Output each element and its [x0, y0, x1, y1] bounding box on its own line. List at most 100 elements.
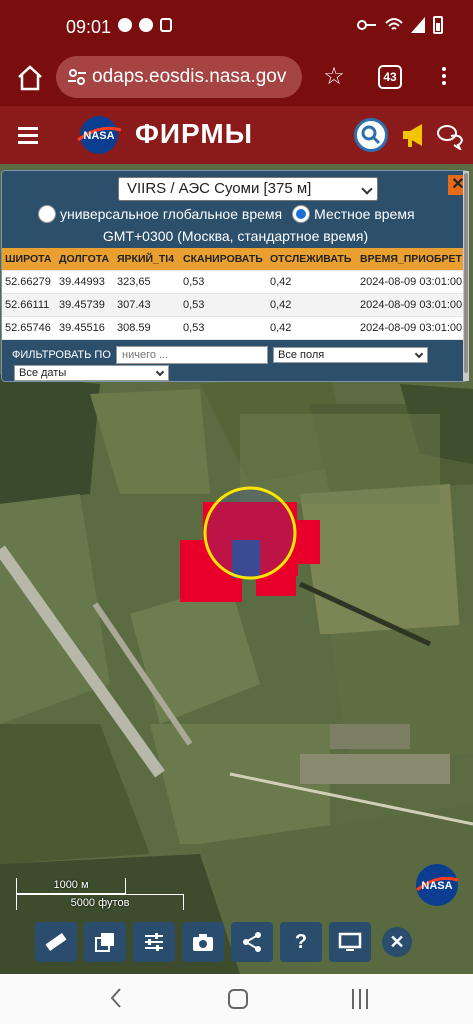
megaphone-icon[interactable] — [400, 120, 428, 150]
help-button[interactable]: ? — [280, 922, 322, 962]
settings-sliders-icon — [145, 933, 163, 951]
svg-text:NASA: NASA — [83, 130, 114, 142]
dates-select[interactable]: Все даты — [14, 365, 169, 381]
chevron-down-icon — [414, 349, 424, 359]
search-icon[interactable] — [354, 118, 388, 152]
svg-text:NASA: NASA — [421, 880, 452, 892]
tz-local-label: Местное время — [314, 206, 415, 222]
cell: 323,65 — [117, 276, 151, 288]
cell: 52.65746 — [5, 322, 51, 334]
table-row[interactable]: 52.65746 39.45516 308.59 0,53 0,42 2024-… — [2, 317, 466, 340]
app-header: NASA ФИРМЫ — [0, 106, 473, 164]
layers-button[interactable] — [84, 922, 126, 962]
fire-pixel[interactable] — [194, 574, 238, 602]
timezone-toggle: универсальное глобальное время Местное в… — [38, 205, 415, 223]
cell: 2024-08-09 03:01:00 — [360, 299, 463, 311]
radio-utc[interactable] — [38, 205, 56, 223]
key-icon — [357, 20, 376, 30]
chevron-down-icon — [155, 367, 165, 377]
cell: 52.66279 — [5, 276, 51, 288]
scale-metric: 1000 м — [16, 878, 126, 894]
browser-toolbar: odaps.eosdis.nasa.gov ☆ 43 — [0, 50, 473, 106]
share-icon — [243, 932, 261, 952]
fullscreen-button[interactable] — [329, 922, 371, 962]
cell: 2024-08-09 03:01:00 — [360, 276, 463, 288]
snapshot-button[interactable] — [182, 922, 224, 962]
table-header: ШИРОТА ДОЛГОТА ЯРКИЙ_TI4 СКАНИРОВАТЬ ОТС… — [2, 248, 466, 271]
notification-icons — [118, 18, 172, 32]
home-nav-icon[interactable] — [228, 989, 248, 1009]
dates-select-value: Все даты — [19, 367, 67, 379]
cell: 0,42 — [270, 299, 292, 311]
menu-icon[interactable] — [18, 127, 38, 145]
notification-dot-icon — [118, 18, 132, 32]
cell: 0,42 — [270, 322, 292, 334]
fire-data-table: ШИРОТА ДОЛГОТА ЯРКИЙ_TI4 СКАНИРОВАТЬ ОТС… — [2, 248, 466, 340]
status-bar: 09:01 — [0, 0, 473, 50]
selected-fire-highlight — [203, 486, 297, 580]
app-notification-icon — [139, 18, 153, 32]
fire-info-panel: VIIRS / АЭС Суоми [375 м] ✕ универсально… — [1, 170, 469, 382]
cell: 0,42 — [270, 276, 292, 288]
camera-icon — [193, 934, 213, 951]
tz-utc-label: универсальное глобальное время — [60, 206, 283, 222]
recents-icon[interactable] — [352, 989, 372, 1009]
map-scale-bar: 1000 м 5000 футов — [16, 878, 186, 912]
gallery-notification-icon — [160, 18, 172, 32]
cell: 0,53 — [183, 299, 205, 311]
col-header[interactable]: ОТСЛЕЖИВАТЬ — [266, 253, 356, 265]
more-menu-icon[interactable] — [436, 64, 452, 92]
close-icon: ✕ — [389, 931, 405, 952]
map-toolbar: ? ✕ — [35, 922, 412, 964]
monitor-icon — [338, 932, 362, 951]
signal-icon — [411, 17, 425, 33]
cell: 0,53 — [183, 276, 205, 288]
cell: 39.45516 — [59, 322, 105, 334]
system-navigation-bar — [0, 974, 473, 1024]
nasa-corner-logo: NASA — [416, 864, 459, 906]
cell: 39.45739 — [59, 299, 105, 311]
tab-switcher-button[interactable]: 43 — [378, 65, 402, 89]
share-button[interactable] — [231, 922, 273, 962]
clock: 09:01 — [66, 17, 112, 37]
radio-local-time[interactable] — [292, 205, 311, 223]
table-row[interactable]: 52.66279 39.44993 323,65 0,53 0,42 2024-… — [2, 271, 466, 294]
back-icon[interactable] — [108, 987, 124, 1009]
wifi-icon — [385, 18, 403, 30]
help-icon: ? — [294, 930, 308, 953]
cell: 0,53 — [183, 322, 205, 334]
cell: 308.59 — [117, 322, 151, 334]
filter-label: ФИЛЬТРОВАТЬ ПО — [12, 349, 111, 361]
tz-offset: GMT+0300 (Москва, стандартное время) — [102, 228, 369, 244]
address-bar[interactable]: odaps.eosdis.nasa.gov — [56, 56, 302, 98]
close-toolbar-button[interactable]: ✕ — [382, 927, 412, 957]
sensor-select-value: VIIRS / АЭС Суоми [375 м] — [127, 180, 312, 197]
battery-icon — [433, 16, 443, 34]
site-settings-icon[interactable] — [66, 66, 88, 88]
url-text: odaps.eosdis.nasa.gov — [92, 66, 287, 87]
chat-icon[interactable] — [436, 122, 464, 150]
settings-button[interactable] — [133, 922, 175, 962]
fields-select[interactable]: Все поля — [273, 347, 428, 363]
col-header[interactable]: ЯРКИЙ_TI4 — [115, 253, 179, 265]
panel-scrollbar[interactable] — [463, 171, 469, 381]
scale-imperial: 5000 футов — [16, 894, 184, 910]
bookmark-star-icon[interactable]: ☆ — [320, 62, 348, 92]
col-header[interactable]: СКАНИРОВАТЬ — [179, 253, 266, 265]
col-header[interactable]: ВРЕМЯ_ПРИОБРЕТ — [356, 253, 466, 265]
home-icon[interactable] — [14, 62, 46, 94]
ruler-icon — [45, 932, 67, 952]
col-header[interactable]: ШИРОТА — [2, 253, 57, 265]
layers-icon — [95, 933, 114, 952]
col-header[interactable]: ДОЛГОТА — [57, 253, 115, 265]
table-row[interactable]: 52.66111 39.45739 307.43 0,53 0,42 2024-… — [2, 294, 466, 317]
ruler-button[interactable] — [35, 922, 77, 962]
nasa-logo: NASA — [77, 116, 122, 154]
filter-input[interactable] — [116, 346, 268, 364]
chevron-down-icon — [361, 183, 373, 195]
system-icons — [357, 16, 443, 34]
app-title: ФИРМЫ — [135, 118, 254, 149]
cell: 307.43 — [117, 299, 151, 311]
cell: 52.66111 — [5, 299, 50, 311]
sensor-select[interactable]: VIIRS / АЭС Суоми [375 м] — [118, 177, 378, 201]
